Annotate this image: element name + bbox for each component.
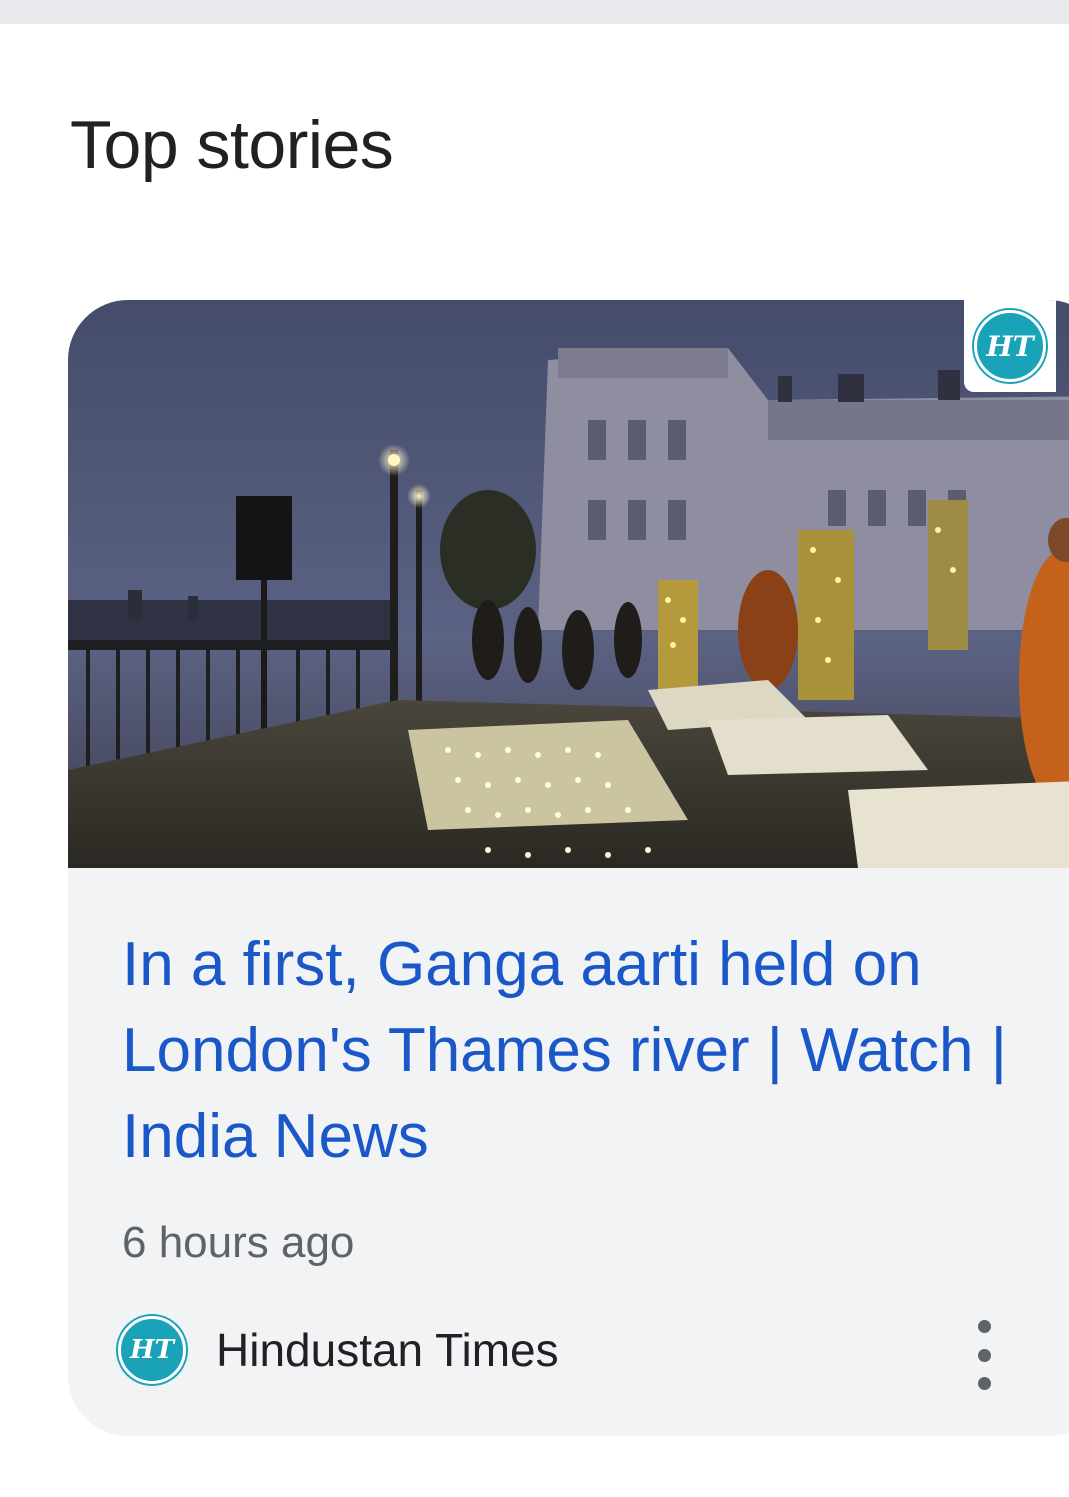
story-headline[interactable]: In a first, Ganga aarti held on London's… bbox=[122, 922, 1022, 1180]
source-row: HT Hindustan Times bbox=[118, 1310, 559, 1390]
publisher-badge: HT bbox=[964, 300, 1056, 392]
more-dot bbox=[977, 1377, 991, 1390]
hindustan-times-logo: HT bbox=[974, 310, 1046, 382]
story-timestamp: 6 hours ago bbox=[122, 1218, 355, 1267]
source-name: Hindustan Times bbox=[216, 1324, 559, 1376]
story-thumbnail[interactable]: HT bbox=[68, 300, 1069, 868]
source-logo: HT bbox=[118, 1316, 186, 1384]
more-vert-icon[interactable] bbox=[960, 1320, 1008, 1390]
top-strip bbox=[0, 0, 1069, 24]
section-title: Top stories bbox=[70, 107, 394, 183]
more-dot bbox=[977, 1348, 991, 1362]
story-card[interactable]: HT In a first, Ganga aarti held on Londo… bbox=[68, 300, 1069, 1436]
more-dot bbox=[977, 1320, 991, 1333]
